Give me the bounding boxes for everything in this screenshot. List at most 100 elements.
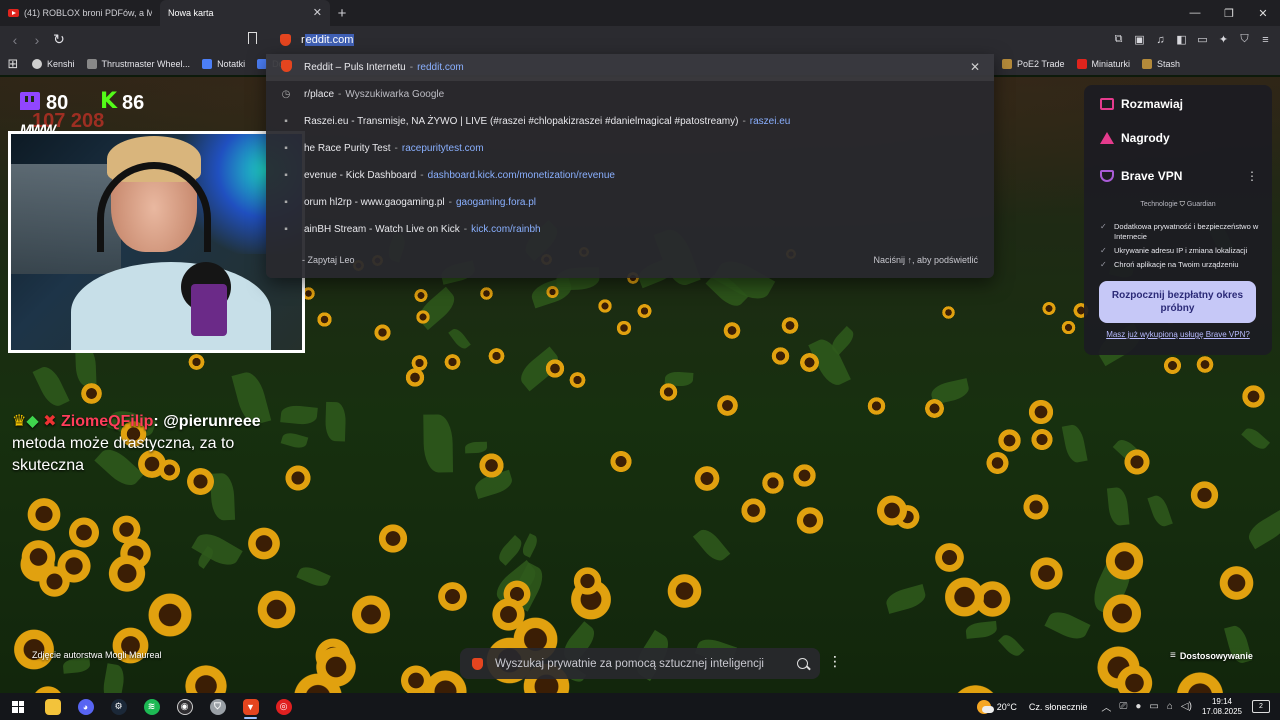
extensions-icon[interactable]: ⧉ [1110, 31, 1127, 48]
history-icon: ◷ [281, 89, 291, 100]
diamond-icon: ◆ [26, 413, 39, 430]
separator: - [463, 224, 468, 235]
forward-icon[interactable]: › [26, 32, 48, 48]
taskbar-discord[interactable]: ◕ [69, 693, 102, 720]
crown-icon: ♛ [12, 413, 27, 430]
address-bar[interactable]: reddit.com [270, 28, 994, 51]
chevron-up-icon[interactable]: ︿ [1101, 699, 1111, 714]
back-icon[interactable]: ‹ [4, 32, 26, 48]
restore-button[interactable]: ❐ [1212, 7, 1246, 20]
rewards-item[interactable]: Nagrody [1100, 131, 1170, 145]
clock[interactable]: 19:14 17.08.2025 [1202, 697, 1242, 717]
streamer-logo: MWW [20, 121, 56, 137]
suggestion-url: racepuritytest.com [401, 143, 484, 154]
site-icon [1002, 59, 1012, 69]
badge-icon: ✖ [43, 413, 57, 430]
photo-credit[interactable]: Zdjęcie autorstwa Mogli Maureal [32, 650, 162, 660]
windows-taskbar: ◕ ⚙ ≋ ◉ ⛉ ▼ ◎ 20°C Cz. słonecznie ︿ ⎚ ● … [0, 693, 1280, 720]
technology-label: Technologie ⛉ Guardian [1140, 201, 1216, 208]
chat-mention: @pierunreee [163, 413, 261, 430]
search-icon[interactable] [797, 658, 808, 669]
start-button[interactable] [0, 700, 36, 713]
notifications-icon[interactable]: 2 [1252, 700, 1270, 713]
suggestion-title: Raszei.eu - Transmisje, NA ŻYWO | LIVE (… [304, 116, 739, 127]
bookmark-notatki[interactable]: Notatki [196, 59, 251, 69]
taskbar-app-shield[interactable]: ⛉ [201, 693, 234, 720]
taskbar-obs[interactable]: ◉ [168, 693, 201, 720]
search-menu-icon[interactable]: ⋮ [828, 654, 842, 668]
suggestion-url: kick.com/rainbh [471, 224, 541, 235]
display-icon[interactable]: ▭ [1149, 701, 1158, 712]
suggestion-item[interactable]: ▪ Raszei.eu - Transmisje, NA ŻYWO | LIVE … [266, 108, 994, 135]
separator: - [742, 116, 746, 127]
bookmark-kenshi[interactable]: Kenshi [26, 59, 81, 69]
suggestion-title: r/place [304, 89, 335, 100]
suggestion-item[interactable]: ▪ orum hl2rp - www.gaogaming.pl - gaogaming… [266, 189, 994, 216]
wallet-icon[interactable]: ▭ [1194, 31, 1211, 48]
network-icon[interactable]: ⌂ [1167, 701, 1173, 712]
tab-label: Nowa karta [168, 8, 214, 18]
suggestion-item[interactable]: ◷ r/place - Wyszukiwarka Google [266, 81, 994, 108]
new-tab-button[interactable]: + [330, 5, 354, 22]
vpn-item[interactable]: Brave VPN [1100, 169, 1182, 183]
music-icon[interactable]: ♫ [1152, 31, 1169, 48]
vpn-shield-icon[interactable]: ⛉ [1236, 31, 1253, 48]
reload-icon[interactable]: ↻ [48, 31, 70, 48]
suggestion-item[interactable]: Reddit – Puls Internetu - reddit.com [266, 54, 994, 81]
weather-desc[interactable]: Cz. słonecznie [1029, 702, 1088, 712]
taskbar-brave[interactable]: ▼ [234, 693, 267, 720]
suggestion-url: Wyszukiwarka Google [345, 89, 445, 100]
suggestion-item[interactable]: ▪ evenue - Kick Dashboard - dashboard.kick.… [266, 162, 994, 189]
weather-temp[interactable]: 20°C [997, 702, 1017, 712]
suggestion-title: ainBH Stream - Watch Live on Kick [304, 224, 460, 235]
leo-search-box[interactable]: Wyszukaj prywatnie za pomocą sztucznej i… [460, 648, 820, 679]
sidebar-icon[interactable]: ◧ [1173, 31, 1190, 48]
customize-button[interactable]: ≡ Dostosowywanie [1170, 650, 1253, 661]
bookmark-miniaturki[interactable]: Miniaturki [1071, 59, 1137, 69]
reader-icon[interactable]: ▣ [1131, 31, 1148, 48]
taskbar-explorer[interactable] [36, 693, 69, 720]
leo-icon[interactable]: ✦ [1215, 31, 1232, 48]
feature-item: Ukrywanie adresu IP i zmiana lokalizacji [1100, 246, 1266, 256]
toolbar-actions: ⧉ ▣ ♫ ◧ ▭ ✦ ⛉ ≡ [1110, 31, 1274, 48]
separator: - [448, 197, 452, 208]
close-window-button[interactable]: ✕ [1246, 7, 1280, 20]
bookmark-stash[interactable]: Stash [1136, 59, 1186, 69]
leo-search-placeholder: Wyszukaj prywatnie za pomocą sztucznej i… [495, 657, 764, 670]
start-trial-button[interactable]: Rozpocznij bezpłatny okres próbny [1099, 281, 1256, 323]
taskbar-app-red[interactable]: ◎ [267, 693, 300, 720]
suggestion-url: dashboard.kick.com/monetization/revenue [427, 170, 615, 181]
apps-grid-icon[interactable]: ⊞ [0, 56, 26, 72]
chat-message: ♛◆ ✖ ZiomeQFilip: @pierunreee metoda moż… [12, 413, 261, 474]
separator: - [338, 89, 342, 100]
menu-icon[interactable]: ≡ [1257, 31, 1274, 48]
close-icon[interactable]: ✕ [313, 6, 322, 19]
already-purchased-link[interactable]: Masz już wykupioną usługę Brave VPN? [1084, 330, 1272, 339]
site-icon: ▪ [284, 116, 288, 127]
bookmark-poe2-trade[interactable]: PoE2 Trade [996, 59, 1071, 69]
site-icon: ▪ [284, 170, 288, 181]
site-icon: ▪ [284, 224, 288, 235]
tab-youtube[interactable]: (41) ROBLOX broni PDFów, a Master [0, 0, 160, 26]
brave-icon [472, 657, 483, 670]
brave-icon [280, 33, 291, 46]
kick-viewers: 86 [122, 92, 145, 114]
taskbar-spotify[interactable]: ≋ [135, 693, 168, 720]
suggestion-item[interactable]: ▪ ainBH Stream - Watch Live on Kick - kick.… [266, 216, 994, 243]
more-icon[interactable]: ⋮ [1246, 169, 1258, 183]
bookmark-thrustmaster[interactable]: Thrustmaster Wheel... [81, 59, 197, 69]
bookmark-icon[interactable] [248, 32, 257, 44]
ask-leo-row[interactable]: - Zapytaj Leo Naciśnij ↑, aby podświetli… [266, 246, 994, 274]
folder-icon [44, 698, 61, 715]
site-icon [1142, 59, 1153, 69]
tab-new-tab[interactable]: Nowa karta ✕ [160, 0, 330, 26]
camera-icon[interactable]: ⎚ [1119, 701, 1127, 712]
minimize-button[interactable]: — [1178, 7, 1212, 20]
address-input[interactable]: reddit.com [301, 33, 355, 46]
taskbar-steam[interactable]: ⚙ [102, 693, 135, 720]
volume-icon[interactable]: ◁) [1181, 701, 1192, 712]
feature-item: Chroń aplikacje na Twoim urządzeniu [1100, 260, 1266, 270]
suggestion-item[interactable]: ▪ he Race Purity Test - racepuritytest.com [266, 135, 994, 162]
talk-item[interactable]: Rozmawiaj [1100, 97, 1183, 111]
microphone-icon[interactable]: ● [1135, 701, 1141, 712]
